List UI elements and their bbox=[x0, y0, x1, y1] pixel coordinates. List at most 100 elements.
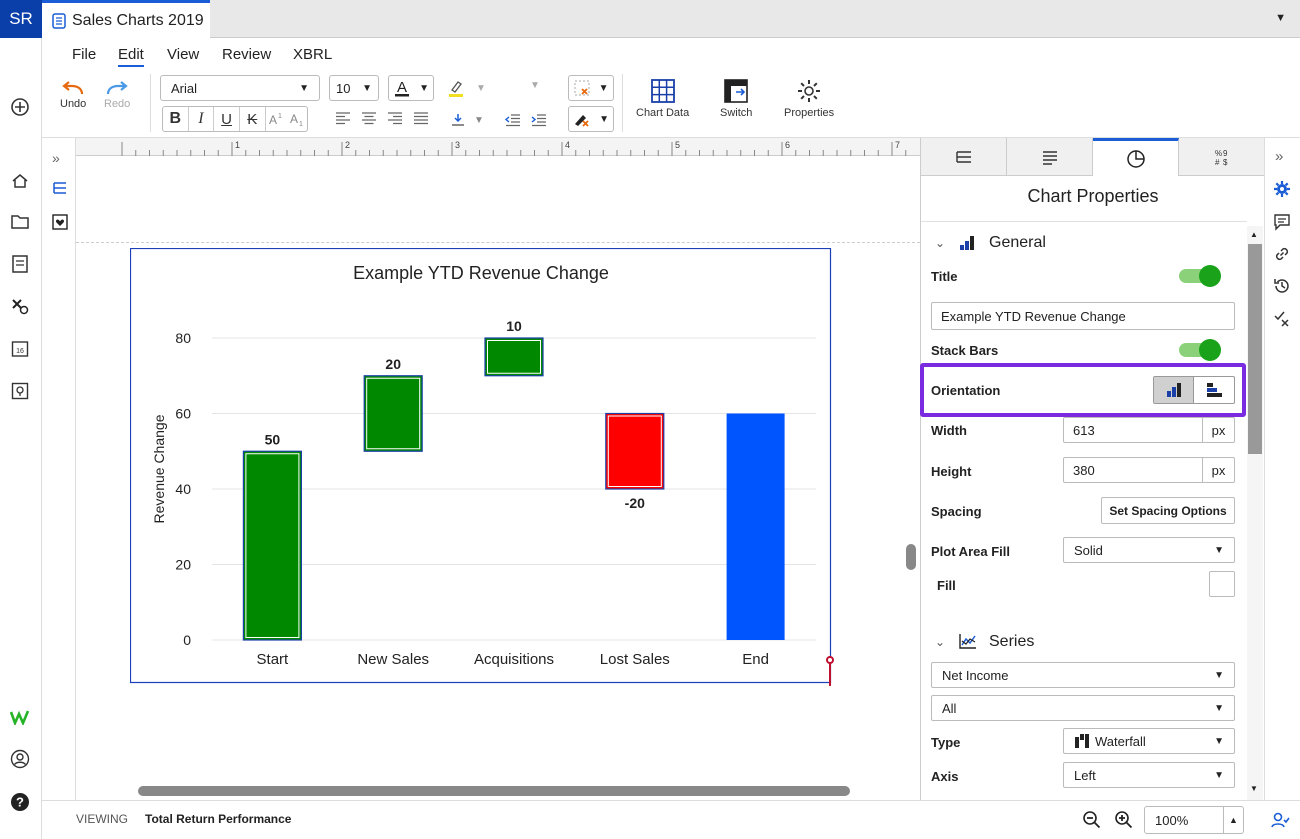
series-select[interactable]: Net Income ▼ bbox=[931, 662, 1235, 688]
subscript-icon[interactable]: A1 bbox=[286, 107, 307, 131]
menu-view[interactable]: View bbox=[167, 46, 199, 63]
collapse-general-chevron-icon[interactable]: ⌄ bbox=[935, 236, 945, 250]
decrease-indent-icon[interactable] bbox=[504, 112, 522, 128]
align-justify-icon[interactable] bbox=[412, 110, 430, 126]
chevron-down-icon[interactable]: ▼ bbox=[530, 80, 540, 91]
plot-area-fill-select[interactable]: Solid ▼ bbox=[1063, 537, 1235, 563]
menu-xbrl[interactable]: XBRL bbox=[293, 46, 332, 63]
y-tick-label: 40 bbox=[175, 481, 191, 497]
align-left-icon[interactable] bbox=[334, 110, 352, 126]
underline-button[interactable]: U bbox=[214, 107, 240, 131]
comment-icon[interactable] bbox=[1273, 213, 1291, 234]
workiva-logo-icon[interactable] bbox=[9, 706, 31, 728]
menu-edit[interactable]: Edit bbox=[118, 46, 144, 67]
document-icon[interactable] bbox=[9, 253, 31, 275]
settings-gear-icon[interactable] bbox=[1273, 180, 1291, 201]
align-right-icon[interactable] bbox=[386, 110, 404, 126]
document-tab[interactable]: Sales Charts 2019 bbox=[42, 0, 210, 38]
y-tick-label: 80 bbox=[175, 330, 191, 346]
insights-icon[interactable] bbox=[9, 380, 31, 402]
bar-lost-sales[interactable] bbox=[605, 412, 665, 490]
align-center-icon[interactable] bbox=[360, 110, 378, 126]
zoom-out-icon[interactable] bbox=[1082, 810, 1102, 833]
home-icon[interactable] bbox=[9, 170, 31, 192]
chevron-up-icon[interactable]: ▲ bbox=[1250, 230, 1258, 239]
tab-chart-properties[interactable] bbox=[1093, 138, 1179, 176]
favorites-icon[interactable] bbox=[52, 214, 68, 233]
chart-data-button[interactable]: Chart Data bbox=[636, 78, 689, 119]
expand-double-chevron-icon[interactable]: » bbox=[52, 150, 60, 166]
switch-button[interactable]: Switch bbox=[720, 78, 752, 119]
superscript-icon[interactable]: A1 bbox=[266, 107, 287, 131]
outline-icon[interactable] bbox=[52, 180, 68, 199]
vertical-orientation-button[interactable] bbox=[1154, 377, 1194, 403]
chart-type-select[interactable]: Waterfall ▼ bbox=[1063, 728, 1235, 754]
left-pane: » bbox=[42, 138, 76, 800]
italic-button[interactable]: I bbox=[189, 107, 215, 131]
width-input[interactable]: 613 px bbox=[1063, 417, 1235, 443]
resize-handle-knob[interactable] bbox=[826, 656, 834, 664]
horizontal-orientation-button[interactable] bbox=[1194, 377, 1234, 403]
user-icon[interactable] bbox=[9, 748, 31, 770]
highlight-button[interactable]: ▼ bbox=[446, 78, 486, 98]
redo-button[interactable]: Redo bbox=[104, 80, 130, 110]
increase-indent-icon[interactable] bbox=[530, 112, 548, 128]
font-color-button[interactable]: A ▼ bbox=[388, 75, 434, 101]
strikethrough-button[interactable]: K bbox=[240, 107, 266, 131]
fill-color-swatch[interactable] bbox=[1209, 571, 1235, 597]
zoom-level-input[interactable]: 100% ▲ bbox=[1144, 806, 1244, 834]
bar-start[interactable] bbox=[242, 450, 303, 641]
tab-overflow-chevron-icon[interactable]: ▼ bbox=[1275, 12, 1286, 24]
tasks-icon[interactable] bbox=[9, 295, 31, 317]
axis-select[interactable]: Left ▼ bbox=[1063, 762, 1235, 788]
font-family-select[interactable]: Arial ▼ bbox=[160, 75, 320, 101]
chevron-down-icon[interactable]: ▼ bbox=[1250, 784, 1258, 793]
tab-format[interactable] bbox=[1007, 138, 1093, 176]
stack-bars-toggle[interactable] bbox=[1179, 339, 1221, 361]
tab-outline[interactable] bbox=[921, 138, 1007, 176]
horizontal-scrollbar[interactable] bbox=[138, 786, 850, 796]
series-section-header[interactable]: Series bbox=[989, 633, 1034, 651]
vertical-align-button[interactable]: ▼ bbox=[450, 112, 484, 128]
history-icon[interactable] bbox=[1273, 277, 1291, 298]
add-icon[interactable] bbox=[9, 96, 31, 118]
toolbar-divider bbox=[150, 74, 151, 132]
title-toggle[interactable] bbox=[1179, 265, 1221, 287]
properties-button[interactable]: Properties bbox=[784, 78, 834, 119]
bar-new-sales[interactable] bbox=[363, 375, 423, 452]
series-filter-select[interactable]: All ▼ bbox=[931, 695, 1235, 721]
chevron-down-icon: ▼ bbox=[419, 82, 429, 94]
bar-end[interactable] bbox=[726, 413, 785, 641]
tab-number-format[interactable]: % 9 # $ bbox=[1179, 138, 1265, 176]
bold-button[interactable]: B bbox=[163, 107, 189, 131]
folder-icon[interactable] bbox=[9, 211, 31, 233]
height-input[interactable]: 380 px bbox=[1063, 457, 1235, 483]
font-size-select[interactable]: 10 ▼ bbox=[329, 75, 379, 101]
help-icon[interactable]: ? bbox=[9, 791, 31, 813]
cell-fill-button[interactable]: ▼ bbox=[568, 75, 614, 101]
app-logo[interactable]: SR bbox=[0, 0, 42, 38]
menu-file[interactable]: File bbox=[72, 46, 96, 63]
track-changes-icon[interactable] bbox=[1273, 309, 1291, 330]
undo-button[interactable]: Undo bbox=[60, 80, 86, 110]
collaborators-icon[interactable] bbox=[1270, 810, 1290, 833]
document-canvas[interactable]: Example YTD Revenue Change Revenue Chang… bbox=[76, 156, 920, 800]
panel-scrollbar-thumb[interactable] bbox=[1248, 244, 1262, 454]
collapse-series-chevron-icon[interactable]: ⌄ bbox=[935, 635, 945, 649]
vertical-align-icon bbox=[452, 114, 464, 126]
chevron-up-icon[interactable]: ▲ bbox=[1223, 807, 1243, 833]
calendar-icon[interactable]: 16 bbox=[9, 338, 31, 360]
border-button[interactable]: ▼ bbox=[568, 106, 614, 132]
vertical-scrollbar[interactable] bbox=[906, 544, 916, 570]
title-input[interactable]: Example YTD Revenue Change bbox=[931, 302, 1235, 330]
expand-double-chevron-icon[interactable]: » bbox=[1275, 148, 1283, 165]
ruler-ticks: 1 2 3 4 5 6 7 bbox=[121, 140, 907, 156]
waterfall-chart[interactable]: Example YTD Revenue Change Revenue Chang… bbox=[130, 248, 832, 684]
bar-acquisitions[interactable] bbox=[484, 337, 544, 377]
link-icon[interactable] bbox=[1273, 245, 1291, 266]
document-title: Sales Charts 2019 bbox=[72, 11, 204, 29]
zoom-in-icon[interactable] bbox=[1114, 810, 1134, 833]
set-spacing-options-button[interactable]: Set Spacing Options bbox=[1101, 497, 1235, 524]
menu-review[interactable]: Review bbox=[222, 46, 271, 63]
general-section-header[interactable]: General bbox=[989, 234, 1046, 252]
